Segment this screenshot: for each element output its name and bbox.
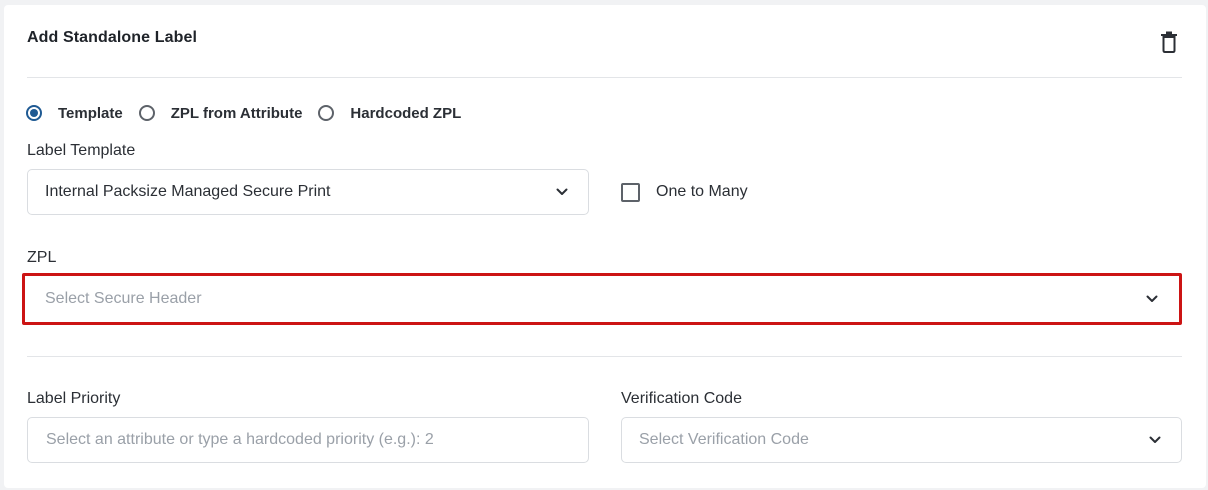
radio-zpl-from-attribute[interactable]: ZPL from Attribute [138,104,303,122]
chevron-down-icon [556,188,568,195]
label-priority-label: Label Priority [27,390,121,407]
label-template-label: Label Template [27,142,136,159]
zpl-label: ZPL [27,249,57,266]
radio-hardcoded-zpl-button[interactable] [318,105,335,121]
chevron-down-icon [1146,295,1158,302]
standalone-label-card: Add Standalone Label Template ZPL from A… [4,5,1206,488]
label-priority-input[interactable] [44,430,568,450]
label-template-value: Internal Packsize Managed Secure Print [45,183,331,200]
verification-code-select[interactable]: Select Verification Code [621,417,1182,463]
radio-hardcoded-zpl[interactable]: Hardcoded ZPL [318,105,461,122]
header-divider [27,77,1182,78]
radio-template-button[interactable] [26,105,42,121]
trash-icon[interactable] [1160,31,1178,53]
radio-template-label: Template [58,104,123,122]
chevron-down-icon [1149,436,1161,443]
radio-zpl-from-attribute-label: ZPL from Attribute [170,104,303,122]
label-source-radio-group: Template ZPL from Attribute Hardcoded ZP… [26,102,477,124]
verification-code-placeholder: Select Verification Code [639,431,809,448]
card-title: Add Standalone Label [27,29,198,46]
radio-zpl-from-attribute-button[interactable] [138,105,155,121]
zpl-secure-header-select[interactable]: Select Secure Header [22,273,1182,325]
radio-template[interactable]: Template [26,105,123,122]
label-priority-field[interactable] [27,417,589,463]
verification-code-label: Verification Code [621,390,742,407]
radio-hardcoded-zpl-label: Hardcoded ZPL [350,104,462,122]
one-to-many-checkbox-row[interactable]: One to Many [621,181,748,203]
one-to-many-checkbox[interactable] [621,182,640,202]
label-template-select[interactable]: Internal Packsize Managed Secure Print [27,169,589,215]
zpl-placeholder: Select Secure Header [45,290,202,307]
one-to-many-label: One to Many [656,183,748,200]
section-divider [27,356,1182,357]
